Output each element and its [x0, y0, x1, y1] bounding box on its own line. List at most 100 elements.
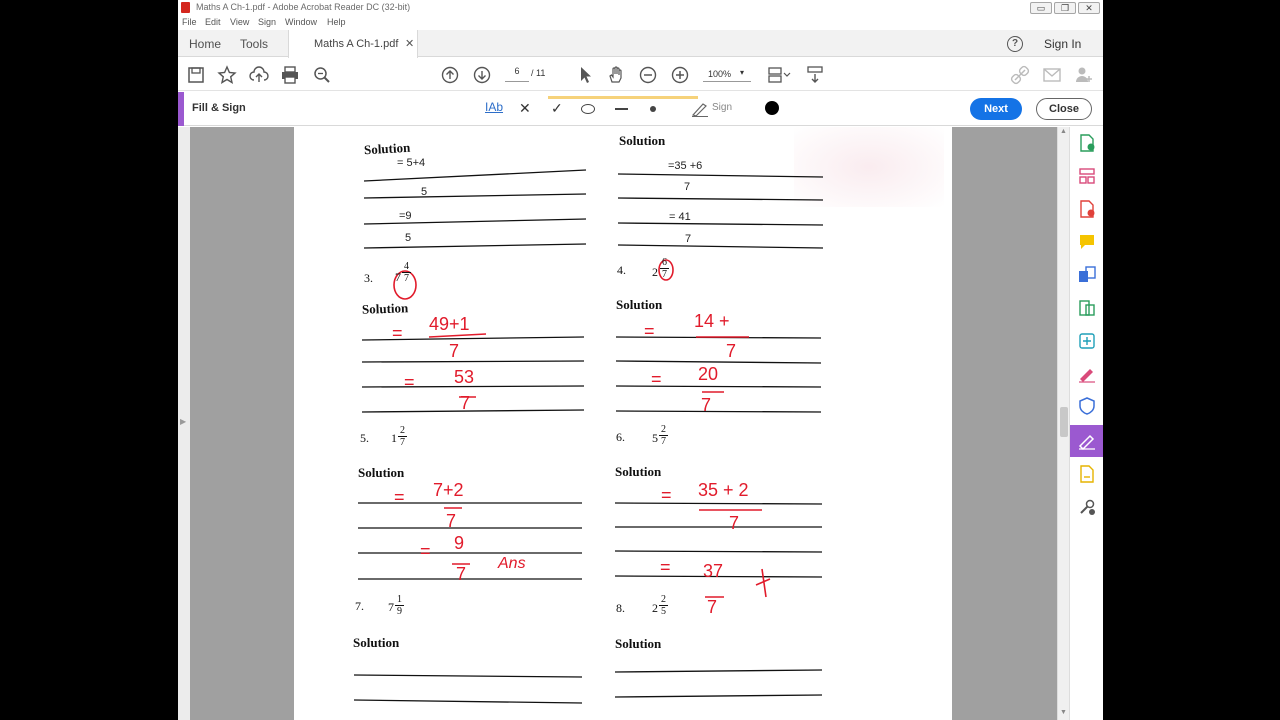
- add-text-tool[interactable]: IAb: [485, 100, 503, 114]
- comment-icon[interactable]: [1078, 233, 1096, 251]
- menu-bar: File Edit View Sign Window Help: [178, 16, 1103, 30]
- ink-denominator: 7: [446, 511, 457, 531]
- save-icon[interactable]: [186, 65, 206, 85]
- zoom-in-icon[interactable]: [670, 65, 690, 85]
- export-pdf-icon[interactable]: [1078, 134, 1096, 152]
- numerator: 2: [398, 425, 407, 437]
- help-icon[interactable]: ?: [1007, 36, 1023, 52]
- next-page-icon[interactable]: [472, 65, 492, 85]
- mixed-whole: 1: [391, 431, 397, 445]
- hand-tool-icon[interactable]: [606, 65, 626, 85]
- ink-equals: =: [651, 369, 662, 389]
- add-user-icon[interactable]: [1074, 65, 1094, 85]
- fill-sign-accent-bar: [178, 92, 184, 126]
- fraction: 2 7: [659, 424, 668, 447]
- previous-page-icon[interactable]: [440, 65, 460, 85]
- dot-tool[interactable]: [650, 106, 656, 112]
- scan-ocr-icon[interactable]: [1078, 332, 1096, 350]
- print-icon[interactable]: [280, 65, 300, 85]
- page-total: / 11: [531, 68, 546, 78]
- page-number-input[interactable]: 6: [505, 66, 529, 82]
- ink-denominator: 7: [726, 341, 737, 361]
- upload-cloud-icon[interactable]: [249, 65, 269, 85]
- menu-sign[interactable]: Sign: [258, 17, 276, 27]
- scroll-down-icon[interactable]: ▼: [1060, 709, 1067, 716]
- left-panel-toggle[interactable]: ▶: [178, 127, 190, 720]
- sign-pen-icon[interactable]: [691, 101, 709, 117]
- next-button[interactable]: Next: [970, 98, 1022, 120]
- edit-pen-icon[interactable]: [1078, 365, 1096, 383]
- scrollbar-thumb[interactable]: [1060, 407, 1068, 437]
- zoom-out-icon[interactable]: [638, 65, 658, 85]
- typed-answer: 5: [421, 186, 428, 198]
- restore-button[interactable]: ❐: [1054, 2, 1076, 14]
- zoom-level-select[interactable]: 100% ▾: [703, 66, 751, 82]
- sign-in-link[interactable]: Sign In: [1044, 37, 1081, 51]
- mixed-whole: 7: [395, 270, 401, 284]
- menu-view[interactable]: View: [230, 17, 249, 27]
- ink-equals: =: [660, 557, 671, 577]
- ink-equals: =: [404, 372, 415, 392]
- circle-tool[interactable]: [581, 104, 595, 114]
- mixed-whole: 7: [388, 600, 394, 614]
- scroll-mode-icon[interactable]: [805, 65, 825, 85]
- question-number: 7.: [355, 599, 364, 613]
- select-cursor-icon[interactable]: [576, 65, 596, 85]
- chevron-down-icon: ▾: [740, 68, 745, 77]
- acrobat-window: Maths A Ch-1.pdf - Adobe Acrobat Reader …: [178, 0, 1103, 720]
- solution-label: Solution: [615, 636, 662, 651]
- email-icon[interactable]: [1042, 65, 1062, 85]
- create-pdf-icon[interactable]: [1078, 200, 1096, 218]
- solution-label: Solution: [353, 635, 400, 650]
- bookmark-star-icon[interactable]: [217, 65, 237, 85]
- cross-mark-tool[interactable]: ✕: [519, 100, 531, 117]
- page-layout-icon[interactable]: [766, 65, 792, 85]
- menu-edit[interactable]: Edit: [205, 17, 221, 27]
- close-button[interactable]: Close: [1036, 98, 1092, 120]
- fraction: 6 7: [660, 257, 669, 280]
- menu-help[interactable]: Help: [327, 17, 346, 27]
- sign-label[interactable]: Sign: [712, 102, 732, 113]
- document-viewer[interactable]: ▶ Solution Solution Solution Solution So…: [178, 127, 1057, 720]
- tab-document[interactable]: Maths A Ch-1.pdf ✕: [288, 30, 418, 58]
- tab-home[interactable]: Home: [189, 37, 221, 51]
- ink-denominator: 7: [456, 564, 467, 584]
- typed-answer: 5: [405, 232, 412, 244]
- fill-sign-active-tool[interactable]: [1070, 425, 1103, 457]
- denominator: 9: [397, 606, 402, 617]
- more-tools-icon[interactable]: [1078, 498, 1096, 516]
- close-window-button[interactable]: ✕: [1078, 2, 1100, 14]
- mixed-whole: 2: [652, 601, 658, 615]
- check-mark-tool[interactable]: ✓: [551, 100, 563, 117]
- line-tool[interactable]: [615, 108, 628, 110]
- solution-label: Solution: [363, 139, 411, 158]
- scroll-up-icon[interactable]: ▲: [1060, 128, 1067, 135]
- zoom-search-icon[interactable]: [312, 65, 332, 85]
- denominator: 5: [661, 606, 666, 617]
- fraction: 4 7: [402, 261, 411, 284]
- mixed-whole: 2: [652, 265, 658, 279]
- numerator: 6: [660, 257, 669, 269]
- organize-pages-icon[interactable]: [1078, 167, 1096, 185]
- ink-equals: =: [394, 487, 405, 507]
- protect-shield-icon[interactable]: [1078, 397, 1096, 415]
- share-link-icon[interactable]: [1010, 65, 1030, 85]
- tab-tools[interactable]: Tools: [240, 37, 268, 51]
- combine-files-icon[interactable]: [1078, 266, 1096, 284]
- fraction: 1 9: [395, 594, 404, 617]
- ink-numerator: 35 + 2: [698, 480, 749, 500]
- ink-color-picker[interactable]: [765, 101, 779, 115]
- ink-numerator: 7+2: [433, 480, 464, 500]
- send-for-signature-icon[interactable]: [1078, 465, 1096, 483]
- close-tab-icon[interactable]: ✕: [405, 37, 414, 50]
- typed-answer: 7: [685, 233, 692, 245]
- minimize-button[interactable]: ▭: [1030, 2, 1052, 14]
- menu-window[interactable]: Window: [285, 17, 317, 27]
- vertical-scrollbar[interactable]: ▲ ▼: [1057, 127, 1069, 720]
- compress-pdf-icon[interactable]: [1078, 299, 1096, 317]
- main-toolbar: 6 / 11 100% ▾: [178, 58, 1103, 91]
- ink-numerator: 53: [454, 367, 475, 387]
- ink-denominator: 7: [460, 393, 471, 413]
- menu-file[interactable]: File: [182, 17, 197, 27]
- pdf-page[interactable]: Solution Solution Solution Solution Solu…: [294, 127, 952, 720]
